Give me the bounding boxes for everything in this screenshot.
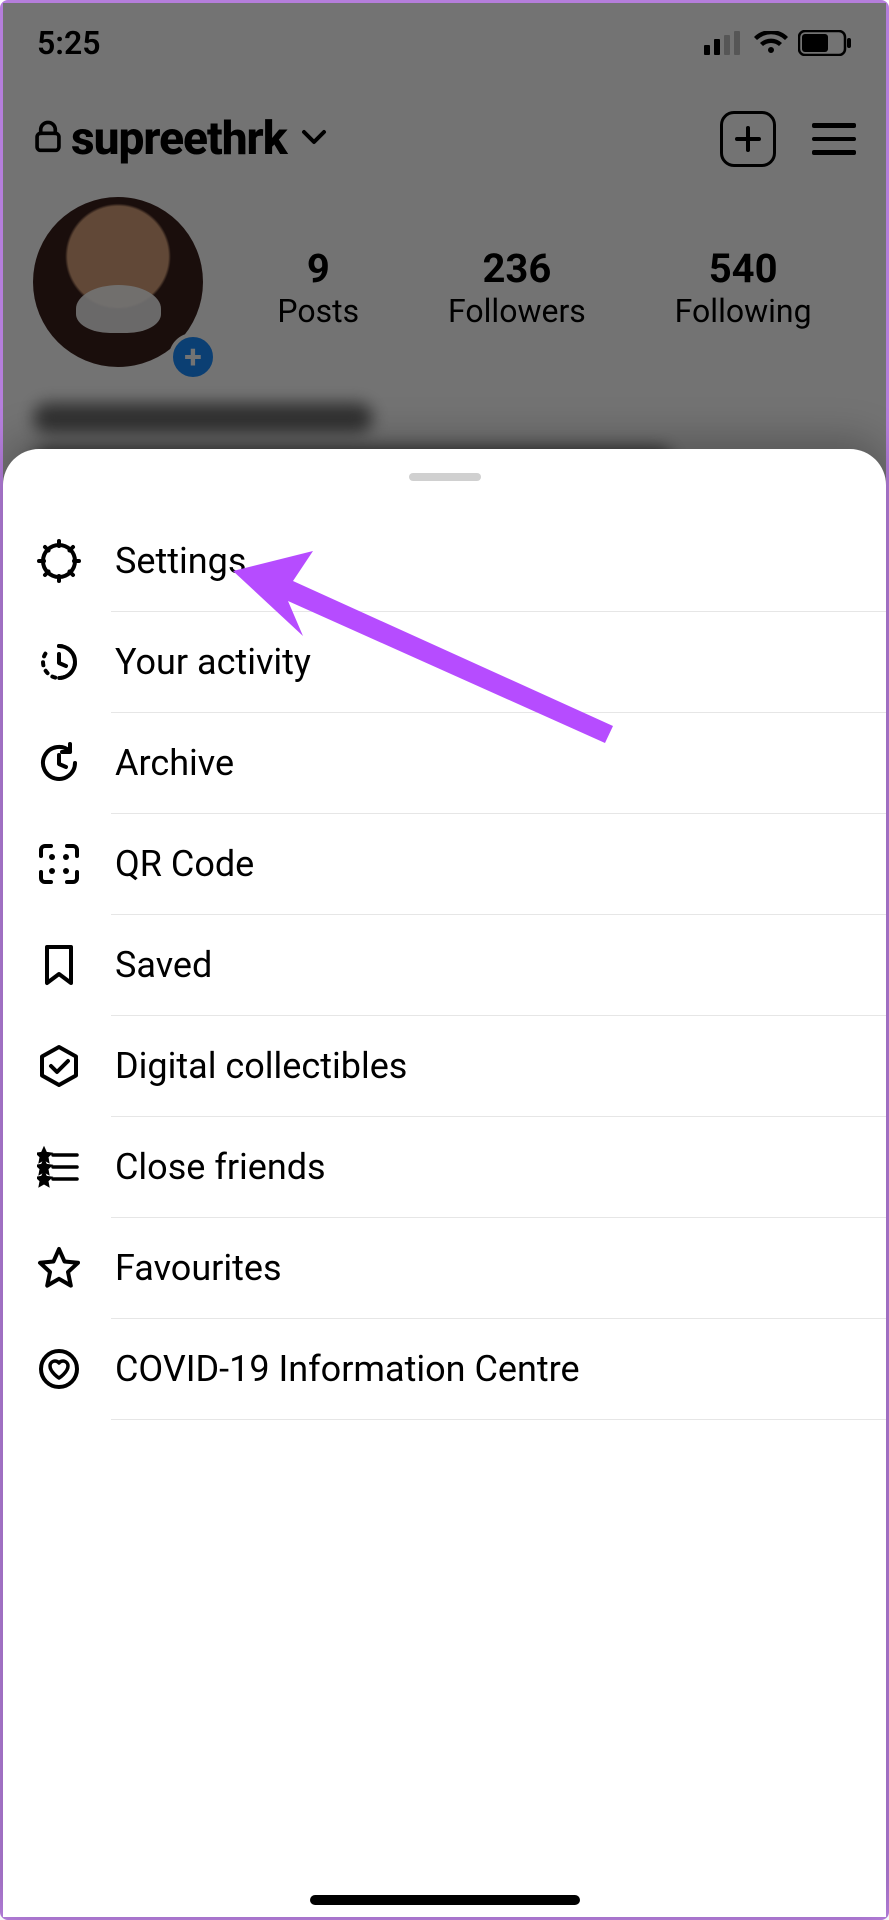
sheet-drag-handle[interactable] [409, 473, 481, 481]
menu-item-label: Close friends [115, 1146, 326, 1188]
menu-item-favourites[interactable]: Favourites [3, 1218, 886, 1318]
menu-item-archive[interactable]: Archive [3, 713, 886, 813]
gear-icon [37, 539, 81, 583]
divider [111, 1419, 886, 1420]
heart-circle-icon [37, 1347, 81, 1391]
menu-item-settings[interactable]: Settings [3, 511, 886, 611]
menu-item-your-activity[interactable]: Your activity [3, 612, 886, 712]
hexagon-check-icon [37, 1044, 81, 1088]
activity-clock-icon [37, 640, 81, 684]
menu-item-close-friends[interactable]: Close friends [3, 1117, 886, 1217]
menu-item-label: Favourites [115, 1247, 282, 1289]
menu-item-label: Your activity [115, 641, 311, 683]
menu-item-label: Digital collectibles [115, 1045, 407, 1087]
home-indicator[interactable] [310, 1895, 580, 1905]
qr-code-icon [37, 842, 81, 886]
menu-item-label: Archive [115, 742, 234, 784]
menu-item-digital-collectibles[interactable]: Digital collectibles [3, 1016, 886, 1116]
menu-item-saved[interactable]: Saved [3, 915, 886, 1015]
menu-item-label: Saved [115, 944, 212, 986]
menu-item-label: Settings [115, 540, 246, 582]
options-menu: Settings Your activity Archive QR Code [3, 511, 886, 1420]
menu-item-covid-info[interactable]: COVID-19 Information Centre [3, 1319, 886, 1419]
options-sheet: Settings Your activity Archive QR Code [3, 449, 886, 1917]
archive-icon [37, 741, 81, 785]
star-icon [37, 1246, 81, 1290]
menu-item-label: COVID-19 Information Centre [115, 1348, 580, 1390]
menu-item-qr-code[interactable]: QR Code [3, 814, 886, 914]
close-friends-icon [37, 1145, 81, 1189]
bookmark-icon [37, 943, 81, 987]
menu-item-label: QR Code [115, 843, 254, 885]
